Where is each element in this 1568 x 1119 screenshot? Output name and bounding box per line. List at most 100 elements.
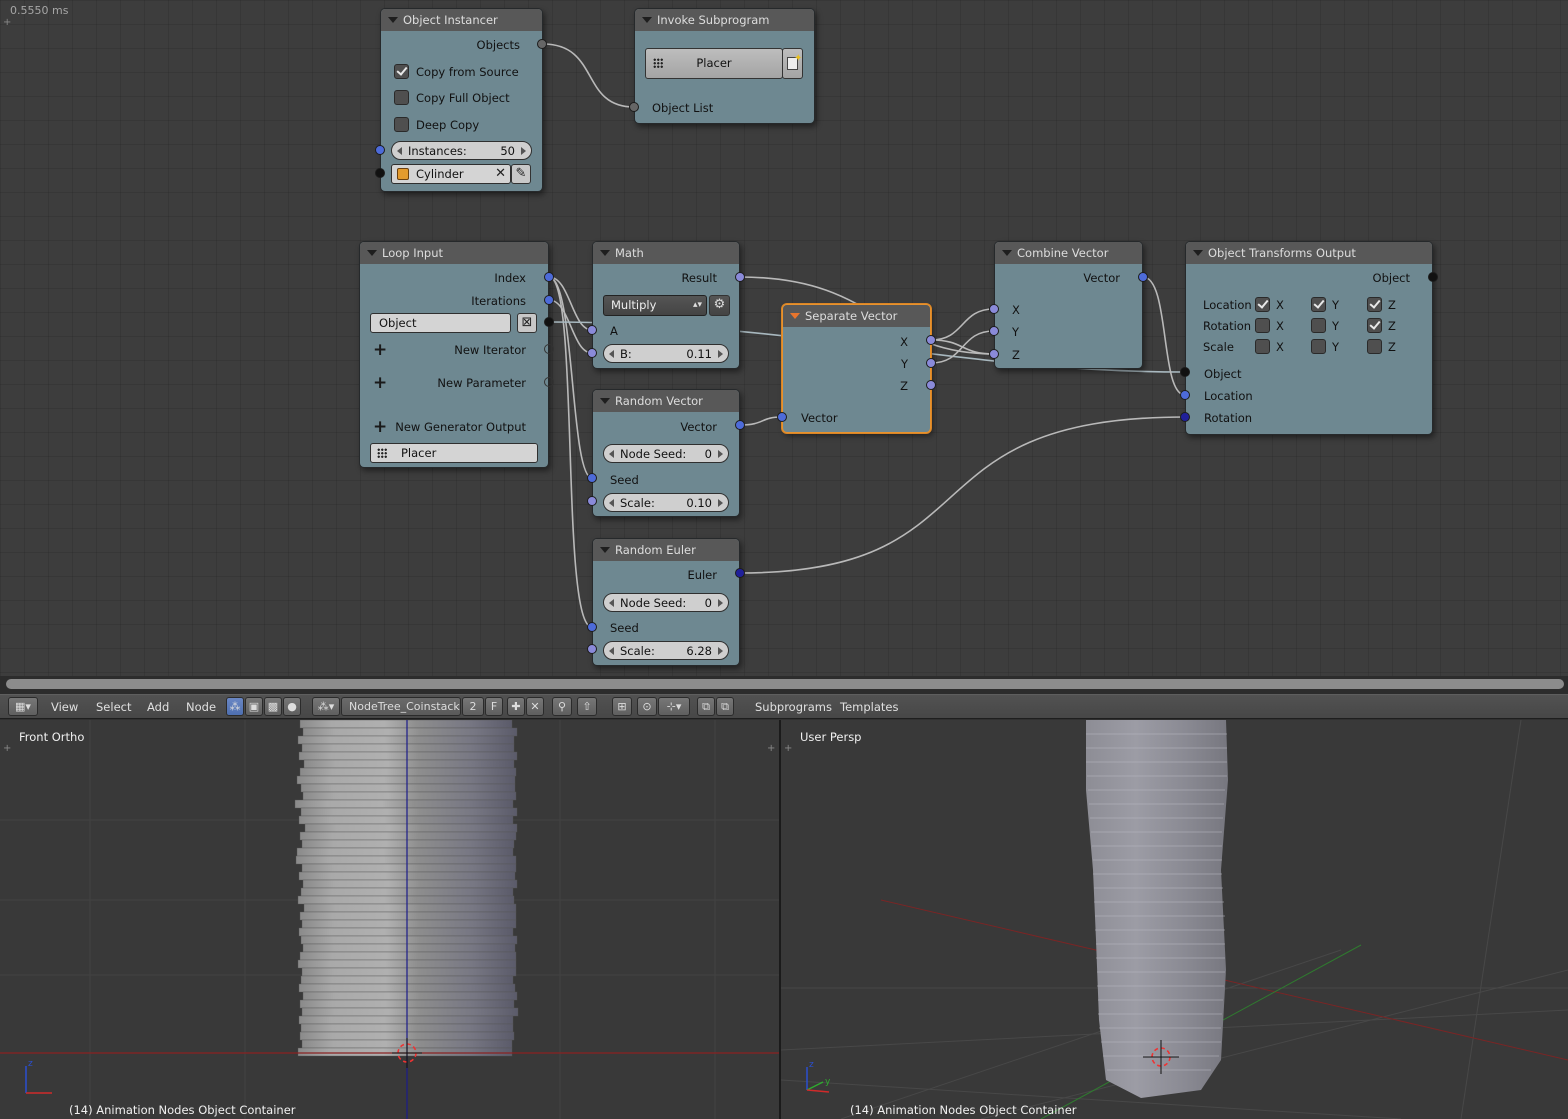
x-output-socket[interactable] <box>926 335 936 345</box>
loop-subprogram-field[interactable]: Placer <box>370 443 538 463</box>
tree-type-shader-icon[interactable]: ● <box>283 697 301 716</box>
menu-subprograms[interactable]: Subprograms <box>755 700 832 714</box>
new-generator-output-label[interactable]: New Generator Output <box>395 420 526 434</box>
objects-output-socket[interactable] <box>537 39 547 49</box>
scale-input-socket[interactable] <box>587 496 597 506</box>
unlink-nodetree-icon[interactable]: ✕ <box>526 697 544 716</box>
b-field[interactable]: B: 0.11 <box>603 344 729 363</box>
instances-field[interactable]: Instances: 50 <box>391 141 532 160</box>
object-picker-field[interactable]: Cylinder ✕ <box>391 164 511 184</box>
rotation-x-checkbox[interactable] <box>1255 318 1270 333</box>
random-vector-node[interactable]: Random Vector Vector Node Seed: 0 Seed S… <box>592 389 740 517</box>
b-input-socket[interactable] <box>587 348 597 358</box>
location-y-checkbox[interactable] <box>1311 297 1326 312</box>
copy-full-object-checkbox[interactable] <box>394 90 409 105</box>
node-title[interactable]: Random Euler <box>593 539 739 561</box>
object-output-socket[interactable] <box>1428 272 1438 282</box>
location-x-checkbox[interactable] <box>1255 297 1270 312</box>
operation-dropdown[interactable]: Multiply ▴▾ <box>603 295 707 316</box>
tree-type-composite-icon[interactable]: ▣ <box>245 697 263 716</box>
rotation-y-checkbox[interactable] <box>1311 318 1326 333</box>
node-editor[interactable]: 0.5550 ms + Object Instancer Objects Cop… <box>0 0 1568 676</box>
parent-tree-icon[interactable]: ⇧ <box>577 697 597 716</box>
a-input-socket[interactable] <box>587 325 597 335</box>
object-input-socket[interactable] <box>375 168 385 178</box>
editor-type-icon[interactable]: ▦▾ <box>8 697 38 716</box>
nodetree-name-field[interactable]: NodeTree_Coinstack <box>341 697 461 716</box>
pin-icon[interactable]: ⚲ <box>552 697 572 716</box>
scale-x-checkbox[interactable] <box>1255 339 1270 354</box>
menu-select[interactable]: Select <box>96 700 131 714</box>
menu-templates[interactable]: Templates <box>840 700 898 714</box>
rotation-input-socket[interactable] <box>1180 412 1190 422</box>
snap-toggle-icon[interactable]: ⊙ <box>637 697 657 716</box>
menu-node[interactable]: Node <box>186 700 216 714</box>
rotation-z-checkbox[interactable] <box>1367 318 1382 333</box>
horizontal-scrollbar[interactable] <box>0 676 1568 694</box>
tree-type-texture-icon[interactable]: ▩ <box>264 697 282 716</box>
new-iterator-socket[interactable] <box>544 344 554 354</box>
scrollbar-thumb[interactable] <box>6 679 1564 689</box>
viewport-user-persp[interactable]: z y User Persp + (14) Animation Nodes Ob… <box>781 720 1568 1119</box>
node-seed-field[interactable]: Node Seed: 0 <box>603 593 729 612</box>
y-output-socket[interactable] <box>926 358 936 368</box>
node-title[interactable]: Math <box>593 242 739 264</box>
eyedropper-icon[interactable]: ✎ <box>511 164 531 184</box>
loop-input-node[interactable]: Loop Input Index Iterations Object ⊠ + N… <box>359 241 549 468</box>
region-expand-icon[interactable]: + <box>3 744 11 754</box>
scale-z-checkbox[interactable] <box>1367 339 1382 354</box>
add-parameter-icon[interactable]: + <box>373 375 387 392</box>
object-instancer-node[interactable]: Object Instancer Objects Copy from Sourc… <box>380 8 543 192</box>
deep-copy-checkbox[interactable] <box>394 117 409 132</box>
region-expand-icon[interactable]: + <box>767 744 775 754</box>
add-generator-output-icon[interactable]: + <box>373 419 387 436</box>
node-title[interactable]: Combine Vector <box>995 242 1142 264</box>
iterations-output-socket[interactable] <box>544 295 554 305</box>
copy-nodes-icon[interactable]: ⧉ <box>697 697 715 716</box>
backdrop-icon[interactable]: ⊞ <box>612 697 632 716</box>
vector-output-socket[interactable] <box>735 420 745 430</box>
euler-output-socket[interactable] <box>735 568 745 578</box>
menu-add[interactable]: Add <box>147 700 169 714</box>
new-parameter-label[interactable]: New Parameter <box>437 376 526 390</box>
node-title[interactable]: Separate Vector <box>783 305 930 327</box>
gear-icon[interactable]: ⚙ <box>709 295 730 316</box>
clear-icon[interactable]: ✕ <box>495 165 506 183</box>
z-input-socket[interactable] <box>989 349 999 359</box>
instances-input-socket[interactable] <box>375 145 385 155</box>
node-title[interactable]: Object Instancer <box>381 9 542 31</box>
menu-view[interactable]: View <box>51 700 78 714</box>
combine-vector-node[interactable]: Combine Vector Vector X Y Z <box>994 241 1143 369</box>
new-nodetree-icon[interactable]: ✚ <box>507 697 525 716</box>
seed-input-socket[interactable] <box>587 473 597 483</box>
tree-type-nodes-icon[interactable]: ⁂ <box>226 697 244 716</box>
snap-element-dropdown[interactable]: ⊹▾ <box>658 697 690 716</box>
object-input-socket[interactable] <box>1180 367 1190 377</box>
scale-y-checkbox[interactable] <box>1311 339 1326 354</box>
object-list-input-socket[interactable] <box>629 102 639 112</box>
object-output-socket[interactable] <box>544 317 554 327</box>
scale-input-socket[interactable] <box>587 644 597 654</box>
vector-input-socket[interactable] <box>777 412 787 422</box>
separate-vector-node[interactable]: Separate Vector X Y Z Vector <box>782 304 931 433</box>
location-input-socket[interactable] <box>1180 390 1190 400</box>
viewport-front-ortho[interactable]: z Front Ortho + + (14) Animation Nodes O… <box>0 720 779 1119</box>
new-subprogram-icon[interactable]: ✦ <box>782 48 803 79</box>
object-iterator-field[interactable]: Object <box>370 313 511 333</box>
y-input-socket[interactable] <box>989 326 999 336</box>
nodetree-browse-icon[interactable]: ⁂▾ <box>312 697 340 716</box>
fake-user-toggle[interactable]: F <box>485 697 503 716</box>
remove-iterator-icon[interactable]: ⊠ <box>517 313 537 333</box>
invoke-subprogram-node[interactable]: Invoke Subprogram Placer ✦ Object List <box>634 8 815 124</box>
new-iterator-label[interactable]: New Iterator <box>454 343 526 357</box>
copy-from-source-checkbox[interactable] <box>394 64 409 79</box>
result-output-socket[interactable] <box>735 272 745 282</box>
z-output-socket[interactable] <box>926 380 936 390</box>
x-input-socket[interactable] <box>989 304 999 314</box>
index-output-socket[interactable] <box>544 272 554 282</box>
node-title[interactable]: Random Vector <box>593 390 739 412</box>
random-euler-node[interactable]: Random Euler Euler Node Seed: 0 Seed Sca… <box>592 538 740 666</box>
subprogram-selector-button[interactable]: Placer <box>645 48 783 79</box>
object-transforms-output-node[interactable]: Object Transforms Output Object Location… <box>1185 241 1433 435</box>
location-z-checkbox[interactable] <box>1367 297 1382 312</box>
